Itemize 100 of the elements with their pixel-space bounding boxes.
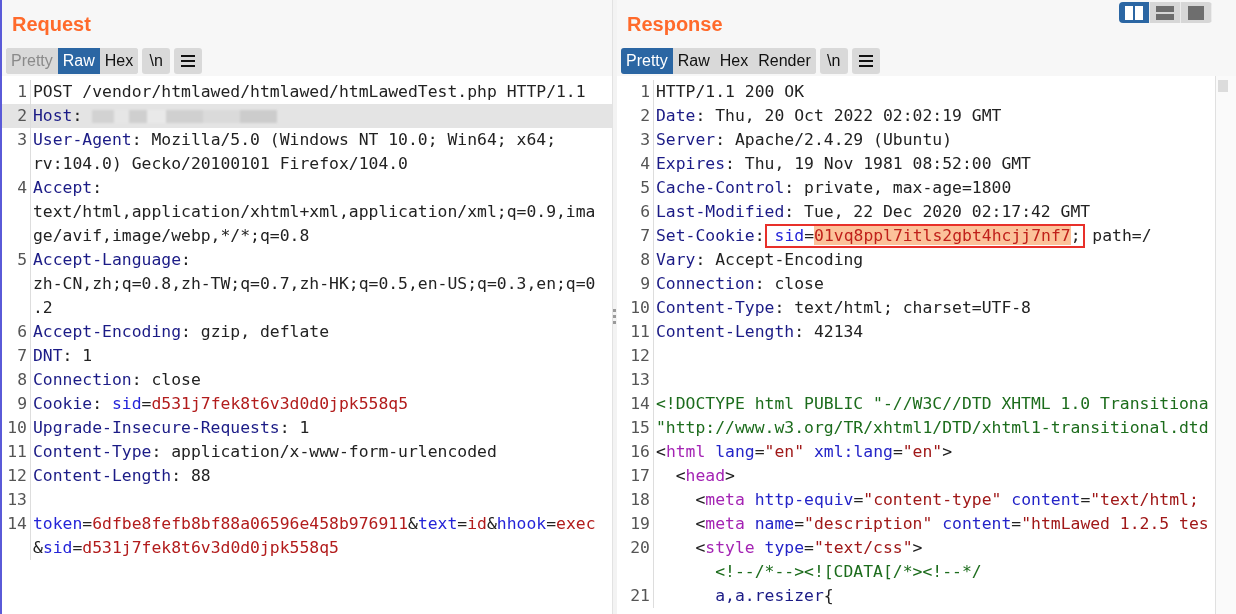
attribute-value: "content-type" — [863, 490, 1002, 509]
line-number: 3 — [640, 130, 650, 149]
code-text: < — [694, 538, 706, 557]
code-text: : Accept-Encoding — [695, 250, 864, 269]
code-text: : Thu, 19 Nov 1981 08:52:00 GMT — [725, 154, 1031, 173]
pane-title: Response — [626, 12, 723, 36]
line-number: 2 — [17, 106, 27, 125]
pane-title: Request — [11, 12, 91, 36]
code-text: = — [754, 442, 765, 461]
line-number: 4 — [17, 178, 27, 197]
code-text: : — [72, 106, 83, 125]
attribute-name: content — [1010, 490, 1081, 509]
attribute-name: type — [763, 538, 805, 557]
line-number: 18 — [630, 490, 650, 509]
header-name: Accept-Language — [33, 250, 182, 269]
code-text: = — [141, 394, 152, 413]
code-text: = — [853, 490, 864, 509]
menu-button[interactable] — [174, 48, 203, 74]
attribute-name: lang — [714, 442, 755, 461]
code-text: : 88 — [171, 466, 211, 485]
attribute-value: "en" — [764, 442, 805, 461]
header-name: Cookie — [33, 394, 93, 413]
code-text: : Mozilla/5.0 (Windows NT 10.0; Win64; x64; — [131, 130, 556, 149]
code-text: < — [656, 442, 666, 461]
line-number: 13 — [630, 370, 650, 389]
layout-button[interactable] — [1181, 2, 1212, 23]
header-name: Content-Type — [656, 298, 775, 317]
code-text: { — [823, 586, 834, 605]
code-text: ge/avif,image/webp,*/*;q=0.8 — [33, 226, 310, 245]
parameter-value: d531j7fek8t6v3d0d0jpk558q5 — [151, 394, 409, 413]
tab[interactable]: Raw — [57, 48, 100, 74]
code-text: = — [82, 514, 93, 533]
layout-button[interactable] — [1119, 2, 1150, 23]
markup-text: <!--/*--><![CDATA[/*><!--*/ — [714, 562, 982, 581]
line-number: 2 — [640, 106, 650, 125]
header-name: Cache-Control — [656, 178, 785, 197]
line-number: 17 — [630, 466, 650, 485]
line-number: 5 — [640, 178, 650, 197]
code-text: : private, max-age=1800 — [784, 178, 1012, 197]
code-text: : close — [131, 370, 201, 389]
code-text: < — [694, 490, 706, 509]
markup-text: <!DOCTYPE html PUBLIC "-//W3C//DTD XHTML 1.0 Transitiona — [656, 394, 1209, 413]
code-text: : gzip, deflate — [181, 322, 330, 341]
header-name: Date — [656, 106, 696, 125]
code-text: & — [487, 514, 497, 533]
line-number: 21 — [630, 586, 650, 605]
attribute-value: "text/css" — [813, 538, 913, 557]
code-text: : — [92, 178, 103, 197]
parameter-name: sid — [42, 538, 73, 557]
attribute-name: name — [753, 514, 795, 533]
header-name: Connection — [656, 274, 755, 293]
newline-button[interactable]: \n — [142, 48, 171, 74]
parameter-name: hhook — [496, 514, 547, 533]
attribute-value: "en" — [902, 442, 943, 461]
header-name: User-Agent — [33, 130, 132, 149]
line-number: 8 — [17, 370, 27, 389]
code-text: = — [72, 538, 83, 557]
header-name: Content-Type — [33, 442, 152, 461]
line-number: 6 — [640, 202, 650, 221]
code-text: = — [1011, 514, 1022, 533]
code-text: : — [92, 394, 103, 413]
parameter-name: text — [417, 514, 458, 533]
line-number: 6 — [17, 322, 27, 341]
line-number: 7 — [640, 226, 650, 245]
code-text: : Tue, 22 Dec 2020 02:17:42 GMT — [784, 202, 1091, 221]
code-text: = — [546, 514, 557, 533]
scrollbar-thumb[interactable] — [1218, 80, 1228, 92]
line-number: 14 — [630, 394, 650, 413]
rows-icon — [1156, 5, 1174, 20]
tab[interactable]: Pretty — [621, 48, 673, 74]
code-text: : — [754, 226, 765, 245]
line-number: 3 — [17, 130, 27, 149]
code-text: : 1 — [279, 418, 310, 437]
line-number: 5 — [17, 250, 27, 269]
code-text: : Apache/2.4.29 (Ubuntu) — [715, 130, 953, 149]
parameter-value: 6dfbe8fefb8bf88a06596e458b976911 — [92, 514, 408, 533]
line-number: 13 — [7, 490, 27, 509]
scrollbar[interactable] — [1215, 76, 1236, 614]
tag-name: meta — [705, 490, 745, 509]
header-name: Accept — [33, 178, 93, 197]
menu-icon — [858, 55, 873, 67]
parameter-value: exec — [556, 514, 596, 533]
code-text: : 42134 — [794, 322, 864, 341]
line-number: 7 — [17, 346, 27, 365]
square-icon — [1188, 5, 1204, 20]
header-name: Connection — [33, 370, 132, 389]
line-number: 15 — [630, 418, 650, 437]
line-number: 19 — [630, 514, 650, 533]
tag-name: head — [685, 466, 726, 485]
tag-name: html — [665, 442, 706, 461]
line-number: 1 — [17, 82, 27, 101]
newline-button[interactable]: \n — [819, 48, 848, 74]
line-number: 10 — [630, 298, 650, 317]
code-text: : 1 — [62, 346, 93, 365]
code-text: < — [694, 514, 706, 533]
layout-button[interactable] — [1150, 2, 1181, 23]
menu-button[interactable] — [851, 48, 880, 74]
tag-name: style — [705, 538, 755, 557]
line-number: 12 — [630, 346, 650, 365]
code-text: & — [408, 514, 418, 533]
